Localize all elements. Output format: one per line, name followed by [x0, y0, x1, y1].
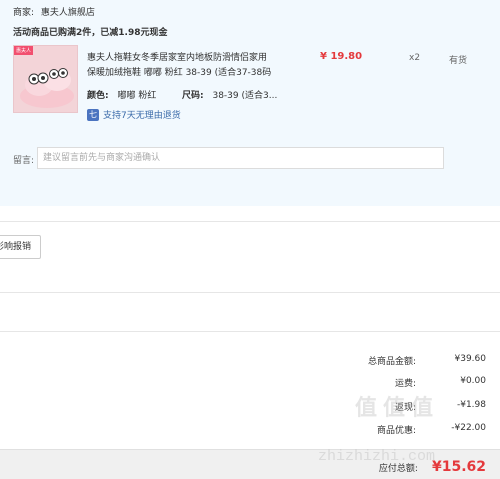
coupon-value: -¥22.00: [451, 423, 486, 433]
watermark-logo: 值值值: [355, 396, 440, 421]
message-label: 留言:: [13, 156, 35, 166]
return-guarantee-icon: 七: [87, 108, 99, 121]
size-attribute: 尺码: 38-39 (适合3...: [182, 88, 277, 101]
payable-value: ¥15.62: [431, 459, 486, 475]
goods-total-value: ¥39.60: [454, 354, 487, 364]
shop-label: 商家:: [13, 8, 35, 18]
divider: [0, 221, 500, 222]
shop-row: 商家: 惠夫人旗舰店: [13, 5, 95, 18]
goods-total-label: 总商品金额:: [367, 357, 416, 367]
shipping-row: 运费: ¥0.00: [236, 376, 486, 389]
thumbnail-brand-tag: 惠夫人: [14, 46, 34, 55]
product-title[interactable]: 惠夫人拖鞋女冬季居家室内地板防滑情侣家用 保暖加绒拖鞋 嘟嘟 粉红 38-39 …: [87, 51, 287, 81]
goods-total-row: 总商品金额: ¥39.60: [236, 354, 486, 367]
product-quantity: x2: [409, 53, 421, 63]
shipping-label: 运费:: [394, 379, 416, 389]
product-thumbnail[interactable]: 惠夫人: [13, 45, 78, 113]
size-label: 尺码:: [182, 91, 204, 101]
color-attribute: 颜色: 嘟嘟 粉红: [87, 88, 156, 101]
return-guarantee-text: 支持7天无理由退货: [103, 111, 181, 121]
coupon-row: 商品优惠: -¥22.00: [236, 423, 486, 436]
shipping-value: ¥0.00: [460, 376, 486, 386]
message-input[interactable]: [37, 147, 444, 169]
divider: [0, 292, 500, 293]
stock-status: 有货: [449, 56, 468, 66]
return-guarantee[interactable]: 七 支持7天无理由退货: [87, 108, 181, 121]
product-price: ¥ 19.80: [320, 51, 363, 62]
color-label: 颜色:: [87, 91, 109, 101]
size-value: 38-39 (适合3...: [212, 91, 278, 101]
slipper-image: [20, 68, 74, 108]
divider: [0, 331, 500, 332]
watermark-url: zhizhizhi.com: [318, 448, 436, 465]
coupon-label: 商品优惠:: [376, 426, 416, 436]
promo-text: 活动商品已购满2件，已减1.98元现金: [13, 28, 168, 38]
product-title-line2: 保暖加绒拖鞋 嘟嘟 粉红 38-39 (适合37-38码: [87, 68, 272, 78]
apply-reimbursement-button[interactable]: 影响报销: [0, 235, 41, 259]
color-value: 嘟嘟 粉红: [117, 91, 157, 101]
product-title-line1: 惠夫人拖鞋女冬季居家室内地板防滑情侣家用: [87, 53, 268, 63]
shop-name-link[interactable]: 惠夫人旗舰店: [41, 8, 95, 18]
